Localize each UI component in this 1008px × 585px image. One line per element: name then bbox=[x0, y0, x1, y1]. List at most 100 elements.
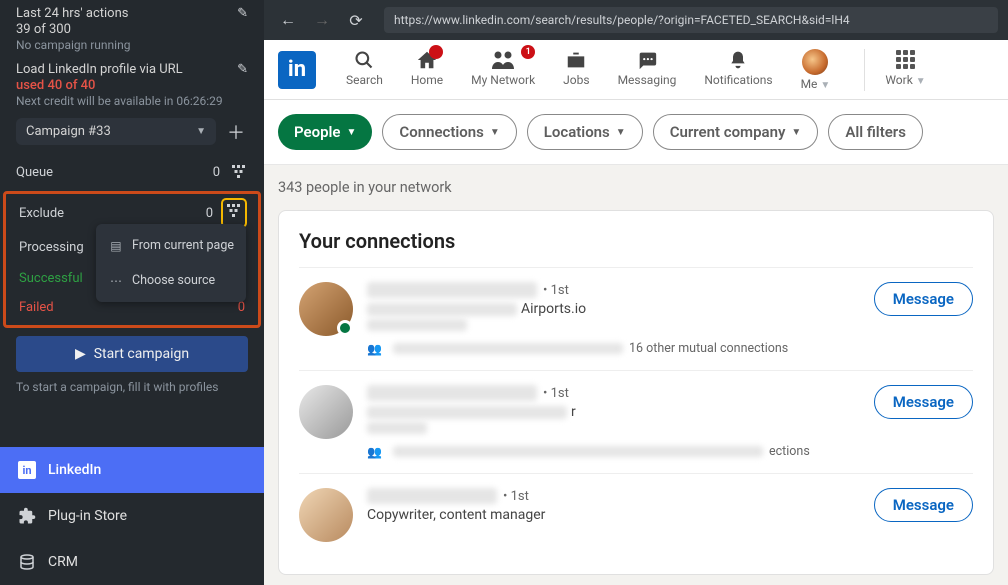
avatar-icon bbox=[802, 49, 828, 75]
linkedin-header: in Search Home bbox=[264, 40, 1008, 100]
waterfall-icon[interactable] bbox=[225, 202, 243, 220]
card-title: Your connections bbox=[299, 229, 973, 253]
forward-button[interactable]: → bbox=[308, 6, 336, 34]
browser-toolbar: ← → ⟳ https://www.linkedin.com/search/re… bbox=[264, 0, 1008, 40]
processing-label: Processing bbox=[19, 240, 84, 255]
mutual-blurred bbox=[393, 446, 763, 457]
message-button[interactable]: Message bbox=[874, 282, 973, 316]
person-name-blurred bbox=[367, 282, 537, 298]
mutual-suffix: 16 other mutual connections bbox=[629, 341, 788, 356]
url-bar[interactable]: https://www.linkedin.com/search/results/… bbox=[384, 7, 998, 33]
nav-network[interactable]: 1 My Network bbox=[471, 49, 535, 91]
nav-messaging[interactable]: Messaging bbox=[618, 49, 677, 91]
back-button[interactable]: ← bbox=[274, 6, 302, 34]
play-icon: ▶ bbox=[75, 346, 86, 362]
nav-notifications[interactable]: Notifications bbox=[704, 49, 772, 91]
nav-me[interactable]: Me ▼ bbox=[801, 49, 831, 91]
pencil-icon[interactable]: ✎ bbox=[237, 62, 248, 77]
nav-jobs[interactable]: Jobs bbox=[563, 49, 589, 91]
filter-locations[interactable]: Locations▼ bbox=[527, 114, 643, 150]
campaign-selector[interactable]: Campaign #33 ▼ bbox=[16, 118, 216, 145]
apps-grid-icon bbox=[894, 49, 916, 71]
chevron-down-icon: ▼ bbox=[916, 76, 926, 87]
menu-from-current-page[interactable]: ▤ From current page bbox=[96, 228, 246, 263]
results-content: 343 people in your network Your connecti… bbox=[264, 165, 1008, 585]
queue-row[interactable]: Queue 0 bbox=[0, 153, 264, 191]
campaign-name: Campaign #33 bbox=[26, 124, 111, 139]
load-profile-block: Load LinkedIn profile via URL used 40 of… bbox=[0, 54, 264, 110]
connection-degree: • 1st bbox=[543, 386, 569, 401]
briefcase-icon bbox=[565, 49, 587, 71]
ellipsis-icon: ⋯ bbox=[108, 274, 124, 288]
filter-all[interactable]: All filters bbox=[828, 114, 923, 150]
people-icon: 👥 bbox=[367, 445, 387, 459]
chevron-down-icon: ▼ bbox=[791, 127, 801, 138]
reload-button[interactable]: ⟳ bbox=[342, 6, 370, 34]
last-actions-title: Last 24 hrs' actions bbox=[16, 6, 130, 21]
home-badge bbox=[429, 45, 443, 59]
person-name-blurred bbox=[367, 488, 497, 504]
subtitle-suffix: Airports.io bbox=[521, 301, 586, 317]
queue-label: Queue bbox=[16, 165, 53, 180]
filter-people[interactable]: People▼ bbox=[278, 114, 372, 150]
nav-work[interactable]: Work ▼ bbox=[864, 49, 925, 91]
person-name-blurred bbox=[367, 385, 537, 401]
avatar[interactable] bbox=[299, 282, 353, 336]
last-actions-count: 39 of 300 bbox=[16, 22, 130, 37]
avatar[interactable] bbox=[299, 488, 353, 542]
mutual-suffix: ections bbox=[769, 444, 810, 459]
nav-linkedin[interactable]: in LinkedIn bbox=[0, 447, 264, 493]
avatar[interactable] bbox=[299, 385, 353, 439]
chevron-down-icon: ▼ bbox=[820, 80, 830, 91]
chevron-down-icon: ▼ bbox=[490, 127, 500, 138]
people-icon: 👥 bbox=[367, 342, 387, 356]
subtitle-blurred bbox=[367, 303, 517, 316]
filter-company[interactable]: Current company▼ bbox=[653, 114, 819, 150]
filter-bar: People▼ Connections▼ Locations▼ Current … bbox=[264, 100, 1008, 165]
campaign-status: No campaign running bbox=[16, 38, 130, 52]
connections-card: Your connections • 1st Airports.io 👥 16 o… bbox=[278, 210, 994, 575]
add-campaign-button[interactable]: ＋ bbox=[224, 120, 248, 144]
svg-text:in: in bbox=[22, 464, 31, 477]
chevron-down-icon: ▼ bbox=[196, 126, 206, 137]
successful-label: Successful bbox=[19, 271, 83, 286]
presence-indicator bbox=[337, 320, 353, 336]
search-icon bbox=[354, 49, 374, 71]
waterfall-icon[interactable] bbox=[230, 163, 248, 181]
exclude-highlight-box: Exclude 0 ▤ From current page ⋯ bbox=[3, 191, 261, 328]
network-icon bbox=[491, 49, 515, 71]
linkedin-logo[interactable]: in bbox=[278, 51, 316, 89]
queue-count: 0 bbox=[213, 165, 220, 180]
nav-search[interactable]: Search bbox=[346, 49, 383, 91]
connection-degree: • 1st bbox=[503, 489, 529, 504]
mutual-blurred bbox=[393, 343, 623, 354]
last-actions-block: Last 24 hrs' actions 39 of 300 No campai… bbox=[0, 0, 264, 54]
browser-pane: ← → ⟳ https://www.linkedin.com/search/re… bbox=[264, 0, 1008, 585]
nav-plugin-store[interactable]: Plug-in Store bbox=[0, 493, 264, 539]
database-icon bbox=[18, 553, 36, 571]
chevron-down-icon: ▼ bbox=[347, 127, 357, 138]
load-profile-title: Load LinkedIn profile via URL bbox=[16, 62, 223, 77]
network-badge: 1 bbox=[521, 45, 535, 59]
person-row: • 1st Airports.io 👥 16 other mutual conne… bbox=[299, 267, 973, 370]
person-row: • 1st Copywriter, content manager Messag… bbox=[299, 473, 973, 556]
connection-degree: • 1st bbox=[543, 283, 569, 298]
exclude-label: Exclude bbox=[19, 206, 64, 221]
subtitle-blurred bbox=[367, 406, 567, 419]
nav-crm[interactable]: CRM bbox=[0, 539, 264, 585]
start-hint: To start a campaign, fill it with profil… bbox=[0, 380, 264, 404]
bell-icon bbox=[728, 49, 748, 71]
message-button[interactable]: Message bbox=[874, 385, 973, 419]
extension-sidebar: Last 24 hrs' actions 39 of 300 No campai… bbox=[0, 0, 264, 585]
results-count: 343 people in your network bbox=[278, 179, 994, 196]
pencil-icon[interactable]: ✎ bbox=[237, 6, 248, 21]
start-campaign-button[interactable]: ▶ Start campaign bbox=[16, 336, 248, 372]
person-row: • 1st r 👥ections Message bbox=[299, 370, 973, 473]
nav-home[interactable]: Home bbox=[411, 49, 443, 91]
filter-connections[interactable]: Connections▼ bbox=[382, 114, 516, 150]
location-blurred bbox=[367, 319, 467, 331]
menu-choose-source[interactable]: ⋯ Choose source bbox=[96, 263, 246, 298]
message-button[interactable]: Message bbox=[874, 488, 973, 522]
chevron-down-icon: ▼ bbox=[616, 127, 626, 138]
location-blurred bbox=[367, 422, 427, 434]
